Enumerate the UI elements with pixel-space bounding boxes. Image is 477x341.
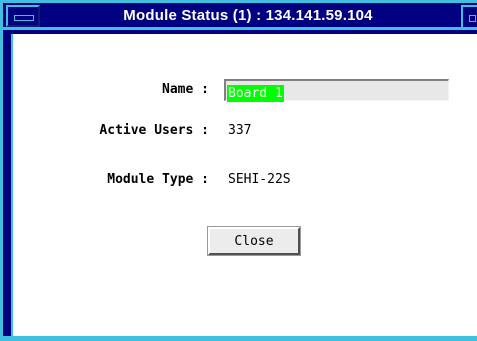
- window-left-border: [0, 30, 11, 341]
- module-type-value: SEHI-22S: [228, 172, 291, 187]
- maximize-icon: [469, 15, 476, 22]
- dialog-body: Name : Board 1 Active Users : 337 Module…: [11, 34, 477, 336]
- maximize-button[interactable]: [461, 5, 477, 27]
- close-button[interactable]: Close: [207, 226, 301, 256]
- active-users-label: Active Users :: [99, 123, 209, 138]
- name-input[interactable]: Board 1: [224, 79, 449, 102]
- window-title: Module Status (1) : 134.141.59.104: [123, 7, 373, 24]
- module-status-window: Module Status (1) : 134.141.59.104 Name …: [0, 0, 477, 341]
- name-value: Board 1: [227, 85, 284, 102]
- name-label: Name :: [162, 82, 209, 97]
- window-menu-button[interactable]: [6, 5, 40, 27]
- title-bar[interactable]: Module Status (1) : 134.141.59.104: [0, 0, 477, 30]
- window-bottom-border: [0, 336, 477, 341]
- active-users-value: 337: [228, 123, 252, 138]
- window-menu-icon: [14, 15, 34, 21]
- module-type-label: Module Type :: [107, 172, 209, 187]
